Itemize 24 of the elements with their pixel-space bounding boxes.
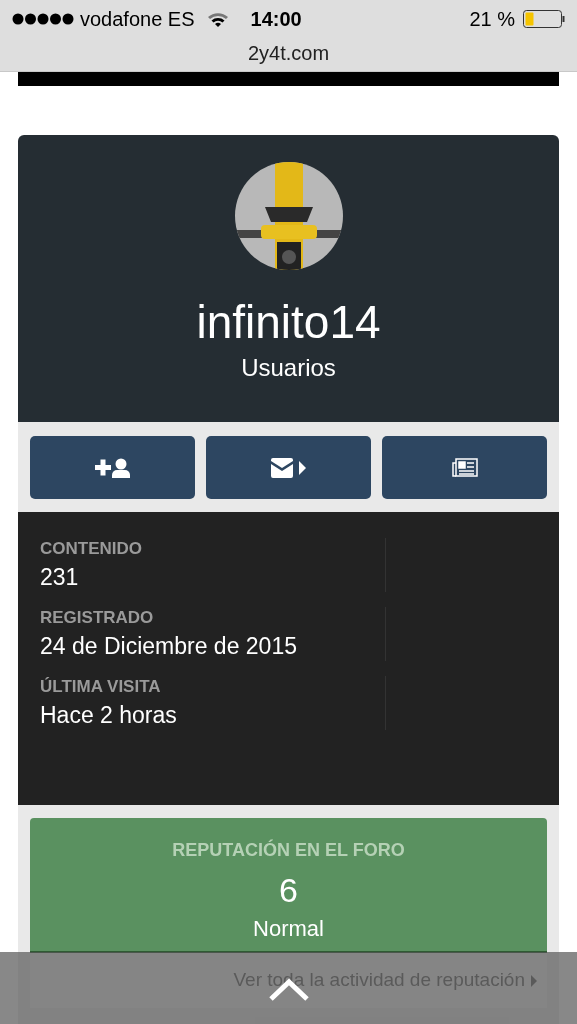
carrier-name: vodafone ES bbox=[80, 7, 195, 32]
reputation-title: REPUTACIÓN EN EL FORO bbox=[172, 838, 405, 862]
newspaper-icon bbox=[451, 457, 478, 478]
add-friend-button[interactable] bbox=[30, 436, 195, 499]
newspaper-button[interactable] bbox=[382, 436, 547, 499]
battery-percent: 21 % bbox=[469, 7, 515, 32]
envelope-icon bbox=[270, 457, 307, 478]
stat-label: REGISTRADO bbox=[40, 607, 155, 629]
clock-time: 14:00 bbox=[250, 7, 302, 32]
signal-icon bbox=[12, 13, 74, 25]
stat-label: CONTENIDO bbox=[40, 538, 143, 560]
add-friend-icon bbox=[94, 457, 131, 478]
stat-value: 231 bbox=[40, 563, 80, 592]
battery-icon bbox=[523, 10, 565, 28]
page-url[interactable]: 2y4t.com bbox=[247, 38, 330, 68]
username: infinito14 bbox=[196, 295, 381, 350]
reputation-value: 6 bbox=[279, 870, 298, 911]
wifi-icon bbox=[206, 11, 229, 27]
reputation-level: Normal bbox=[253, 915, 324, 943]
stat-value: 24 de Diciembre de 2015 bbox=[40, 632, 298, 661]
stat-value: Hace 2 horas bbox=[40, 701, 178, 730]
user-group: Usuarios bbox=[241, 350, 336, 386]
stat-label: ÚLTIMA VISITA bbox=[40, 676, 162, 698]
envelope-button[interactable] bbox=[206, 436, 371, 499]
